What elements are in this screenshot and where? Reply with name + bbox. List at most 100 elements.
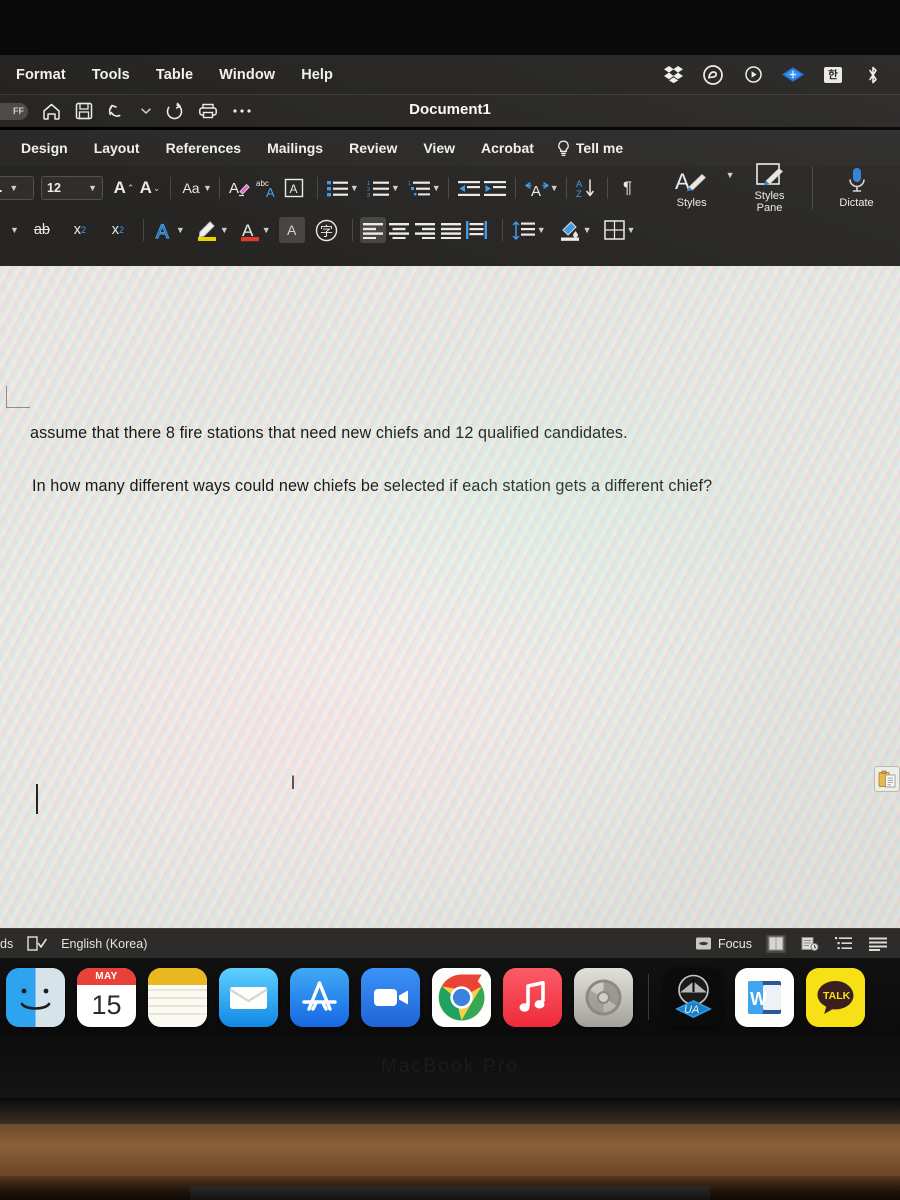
chevron-down-icon: ▼ [9, 183, 19, 193]
borders-button[interactable] [602, 217, 628, 243]
dropbox-icon[interactable] [662, 64, 684, 86]
chevron-down-icon[interactable]: ▼ [203, 183, 212, 193]
strikethrough-button[interactable]: ab [29, 217, 55, 243]
chevron-down-icon[interactable]: ▼ [220, 225, 229, 235]
bluetooth-icon[interactable] [862, 64, 884, 86]
input-source-diamond-icon[interactable] [782, 64, 804, 86]
tab-review[interactable]: Review [336, 140, 410, 156]
undo-dropdown-icon[interactable] [141, 100, 151, 122]
highlight-button[interactable] [193, 217, 221, 243]
dock-item-zoom[interactable] [361, 967, 420, 1027]
proofing-icon[interactable] [27, 935, 48, 952]
dock-item-kakaotalk[interactable]: TALK [806, 967, 865, 1027]
clear-formatting-button[interactable]: A [227, 175, 253, 201]
tab-mailings[interactable]: Mailings [254, 140, 336, 156]
tab-references[interactable]: References [153, 140, 255, 156]
dock-item-universal-audio[interactable]: UA [664, 967, 723, 1027]
superscript-button[interactable]: x 2 [105, 217, 131, 243]
chevron-down-icon[interactable]: ▼ [550, 183, 559, 193]
justify-button[interactable] [438, 217, 464, 243]
character-spacing-button[interactable]: A [523, 175, 551, 201]
home-icon[interactable] [42, 100, 61, 122]
menu-item-tools[interactable]: Tools [92, 67, 130, 83]
bullets-button[interactable] [325, 175, 351, 201]
word-count-label[interactable]: ds [0, 937, 13, 951]
dock-item-notes[interactable] [148, 967, 207, 1027]
print-layout-view-icon[interactable] [766, 934, 786, 953]
web-layout-view-icon[interactable] [800, 935, 820, 953]
text-effects-button[interactable]: A [151, 217, 177, 243]
align-right-button[interactable] [412, 217, 438, 243]
save-icon[interactable] [75, 100, 93, 122]
subscript-button[interactable]: x 2 [67, 217, 93, 243]
dock-item-system-preferences[interactable] [574, 967, 633, 1027]
media-play-icon[interactable] [742, 64, 764, 86]
dock-item-app-store[interactable] [290, 967, 349, 1027]
autosave-toggle[interactable]: FF [0, 102, 28, 120]
tab-layout[interactable]: Layout [81, 140, 153, 156]
chevron-down-icon[interactable]: ▼ [432, 183, 441, 193]
menu-item-format[interactable]: Format [16, 67, 66, 83]
outline-view-icon[interactable] [834, 935, 854, 953]
language-label[interactable]: English (Korea) [61, 937, 147, 951]
character-border-button[interactable]: A [281, 175, 307, 201]
tab-view[interactable]: View [410, 140, 468, 156]
dock-item-microsoft-word[interactable]: W [735, 967, 794, 1027]
undo-icon[interactable] [107, 100, 127, 122]
dock-item-finder[interactable] [6, 967, 65, 1027]
distributed-button[interactable] [464, 217, 490, 243]
spelling-button[interactable]: abc A [253, 175, 281, 201]
font-color-button[interactable]: A [237, 217, 263, 243]
tell-me-button[interactable]: Tell me [547, 140, 623, 157]
chevron-down-icon[interactable]: ▼ [176, 225, 185, 235]
document-page[interactable]: assume that there 8 fire stations that n… [0, 266, 900, 928]
adobe-creative-cloud-icon[interactable] [702, 64, 724, 86]
focus-mode-button[interactable]: Focus [695, 936, 752, 951]
tab-design[interactable]: Design [8, 140, 81, 156]
redo-icon[interactable] [165, 100, 184, 122]
chevron-down-icon[interactable]: ▼ [726, 170, 735, 180]
chevron-down-icon[interactable]: ▼ [262, 225, 271, 235]
multilevel-list-button[interactable]: 1 [406, 175, 433, 201]
dock-item-calendar[interactable]: MAY 15 [77, 967, 136, 1027]
tab-acrobat[interactable]: Acrobat [468, 140, 547, 156]
shrink-font-button[interactable]: A ⌄ [137, 175, 163, 201]
chevron-down-icon[interactable]: ▼ [10, 225, 19, 235]
print-icon[interactable] [198, 100, 218, 122]
grow-font-button[interactable]: A ⌃ [111, 175, 137, 201]
chevron-down-icon[interactable]: ▼ [583, 225, 592, 235]
align-center-button[interactable] [386, 217, 412, 243]
menu-item-table[interactable]: Table [156, 67, 193, 83]
font-size-combo[interactable]: 12 ▼ [41, 176, 103, 200]
dock-item-mail[interactable] [219, 967, 278, 1027]
dock-item-chrome[interactable] [432, 967, 491, 1027]
decrease-indent-button[interactable] [456, 175, 482, 201]
character-shading-button[interactable]: A [278, 217, 305, 243]
chevron-down-icon[interactable]: ▼ [627, 225, 636, 235]
numbering-button[interactable]: 1 2 3 [365, 175, 392, 201]
sort-button[interactable]: A Z [574, 175, 600, 201]
paste-options-button[interactable] [874, 766, 900, 792]
more-options-icon[interactable] [232, 100, 252, 122]
show-paragraph-marks-button[interactable]: ¶ [615, 175, 641, 201]
chevron-down-icon[interactable]: ▼ [537, 225, 546, 235]
line-spacing-button[interactable] [510, 217, 538, 243]
korean-input-icon[interactable]: 한 [822, 64, 844, 86]
chevron-down-icon[interactable]: ▼ [391, 183, 400, 193]
increase-indent-button[interactable] [482, 175, 508, 201]
styles-button[interactable]: A Styles [669, 168, 715, 209]
chevron-down-icon[interactable]: ▼ [350, 183, 359, 193]
document-canvas[interactable]: assume that there 8 fire stations that n… [0, 266, 900, 928]
phonetic-guide-button[interactable]: 字 [313, 217, 340, 243]
font-name-combo[interactable]: ... ▼ [0, 176, 34, 200]
line-spacing-icon [512, 220, 535, 240]
change-case-button[interactable]: Aa [178, 175, 204, 201]
align-left-button[interactable] [359, 217, 386, 243]
styles-pane-button[interactable]: Styles Pane [747, 162, 793, 214]
shading-button[interactable] [556, 217, 584, 243]
menu-item-help[interactable]: Help [301, 67, 333, 83]
draft-view-icon[interactable] [868, 935, 888, 953]
menu-item-window[interactable]: Window [219, 67, 275, 83]
dictate-button[interactable]: Dictate [834, 167, 880, 209]
dock-item-music[interactable] [503, 967, 562, 1027]
